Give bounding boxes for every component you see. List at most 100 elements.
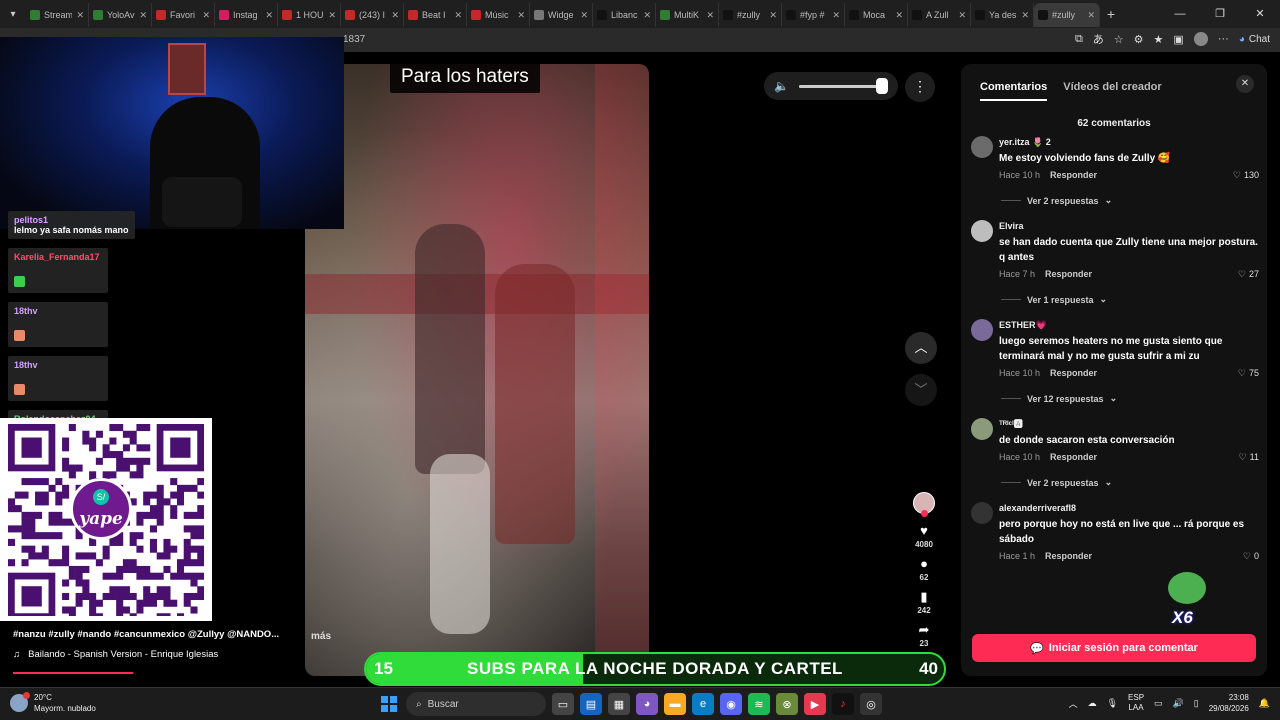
comment-like-button[interactable]: ♡ 27	[1238, 269, 1259, 280]
windows-start-icon[interactable]	[378, 693, 400, 715]
reply-button[interactable]: Responder	[1050, 170, 1097, 180]
comment-like-button[interactable]: ♡ 130	[1233, 170, 1259, 181]
browser-tab[interactable]: #zully ✕	[719, 3, 782, 27]
close-panel-icon[interactable]: ✕	[1236, 75, 1254, 93]
browser-tab[interactable]: 1 HOU ✕	[278, 3, 341, 27]
tab-close-icon[interactable]: ✕	[895, 10, 903, 21]
tab-close-icon[interactable]: ✕	[832, 10, 840, 21]
comment-avatar[interactable]	[971, 220, 993, 242]
tab-close-icon[interactable]: ✕	[706, 10, 714, 21]
battery-icon[interactable]: ▯	[1194, 698, 1199, 709]
volume-control[interactable]: 🔈	[764, 72, 898, 100]
weather-widget[interactable]: 20°C Mayorm. nublado	[10, 692, 96, 714]
streaming-app-icon[interactable]: ▶	[804, 693, 826, 715]
speaker-tray-icon[interactable]: 🔊	[1173, 698, 1184, 709]
view-replies-button[interactable]: Ver 2 respuestas ⌄	[1001, 195, 1259, 206]
new-tab-button[interactable]: +	[1100, 6, 1122, 22]
tray-overflow-icon[interactable]: ︿	[1069, 697, 1078, 710]
tab-close-icon[interactable]: ✕	[76, 10, 84, 21]
xbox-icon[interactable]: ⊗	[776, 693, 798, 715]
address-text[interactable]: 1837	[343, 34, 365, 45]
copilot-chat-button[interactable]: ◕ Chat	[1239, 34, 1270, 45]
video-player[interactable]	[305, 64, 649, 676]
music-info[interactable]: ♫ Bailando - Spanish Version - Enrique Ig…	[13, 649, 298, 660]
browser-tab[interactable]: Libanc ✕	[593, 3, 656, 27]
favorite-star-icon[interactable]: ☆	[1114, 33, 1124, 46]
browser-tab[interactable]: YoloAv ✕	[89, 3, 152, 27]
browser-tab[interactable]: Stream ✕	[26, 3, 89, 27]
browser-tab[interactable]: A Zull ✕	[908, 3, 971, 27]
reply-button[interactable]: Responder	[1045, 269, 1092, 279]
reply-button[interactable]: Responder	[1050, 452, 1097, 462]
comment-username[interactable]: alexanderriverafl8	[999, 502, 1259, 514]
onedrive-icon[interactable]: ☁	[1088, 698, 1097, 709]
profile-avatar[interactable]	[1193, 32, 1208, 46]
tab-close-icon[interactable]: ✕	[202, 10, 210, 21]
language-indicator[interactable]: ESP LAA	[1128, 693, 1144, 713]
comment-icon[interactable]: ●	[920, 557, 928, 571]
more-description-link[interactable]: más	[311, 631, 331, 642]
extensions-icon[interactable]: ⚙	[1134, 33, 1144, 46]
comment-username[interactable]: yer.itza 🌷 2	[999, 136, 1259, 148]
settings-more-icon[interactable]: ···	[1218, 33, 1229, 45]
browser-tab[interactable]: Favori ✕	[152, 3, 215, 27]
comment-username[interactable]: Elvira	[999, 220, 1259, 232]
close-window-icon[interactable]: ✕	[1240, 0, 1280, 28]
volume-knob[interactable]	[875, 77, 888, 94]
notes-icon[interactable]: ▤	[580, 693, 602, 715]
tab-comments[interactable]: Comentarios	[980, 81, 1048, 101]
video-progress-bar[interactable]	[13, 672, 133, 674]
minimize-icon[interactable]: —	[1160, 0, 1200, 28]
tab-close-icon[interactable]: ✕	[1021, 10, 1029, 21]
tab-actions-menu[interactable]: ▾	[0, 0, 26, 28]
tab-close-icon[interactable]: ✕	[580, 10, 588, 21]
tab-close-icon[interactable]: ✕	[391, 10, 399, 21]
obs-icon[interactable]: ◎	[860, 693, 882, 715]
task-view-icon[interactable]: ▭	[552, 693, 574, 715]
speaker-icon[interactable]: 🔈	[774, 79, 789, 93]
more-options-button[interactable]: ⋮	[905, 72, 935, 102]
tab-close-icon[interactable]: ✕	[1087, 10, 1095, 21]
comment-avatar[interactable]	[971, 136, 993, 158]
tab-close-icon[interactable]: ✕	[454, 10, 462, 21]
comment-avatar[interactable]	[971, 418, 993, 440]
notifications-icon[interactable]: 🔔	[1259, 698, 1270, 709]
calculator-icon[interactable]: ▦	[608, 693, 630, 715]
clock[interactable]: 23:08 29/08/2026	[1209, 692, 1249, 714]
bookmark-icon[interactable]: ▮	[920, 590, 927, 604]
favorites-icon[interactable]: ★	[1154, 33, 1164, 46]
comment-avatar[interactable]	[971, 319, 993, 341]
next-video-button[interactable]: ﹀	[905, 374, 937, 406]
tab-close-icon[interactable]: ✕	[643, 10, 651, 21]
login-to-comment-button[interactable]: 💬 Iniciar sesión para comentar	[972, 634, 1256, 662]
tab-close-icon[interactable]: ✕	[958, 10, 966, 21]
view-replies-button[interactable]: Ver 2 respuestas ⌄	[1001, 477, 1259, 488]
file-explorer-icon[interactable]: ▬	[664, 693, 686, 715]
browser-tab[interactable]: Moca ✕	[845, 3, 908, 27]
comment-like-button[interactable]: ♡ 75	[1238, 368, 1259, 379]
creator-avatar[interactable]	[913, 492, 935, 517]
browser-tab[interactable]: #zully ✕	[1034, 3, 1100, 27]
browser-tab[interactable]: (243) I ✕	[341, 3, 404, 27]
copilot-taskbar-icon[interactable]: ◕	[636, 693, 658, 715]
browser-tab[interactable]: #fyp # ✕	[782, 3, 845, 27]
share-icon[interactable]: ➦	[919, 623, 930, 637]
tab-close-icon[interactable]: ✕	[265, 10, 273, 21]
comment-username[interactable]: ᵀᴿᴵᶜᴵ🅰	[999, 418, 1259, 430]
translate-icon[interactable]: あ	[1093, 31, 1104, 47]
video-hashtags[interactable]: #nanzu #zully #nando #cancunmexico @Zull…	[13, 629, 298, 640]
comment-like-button[interactable]: ♡ 0	[1243, 551, 1259, 562]
edge-icon[interactable]: e	[692, 693, 714, 715]
open-in-app-icon[interactable]: ⧉	[1075, 33, 1083, 46]
microphone-icon[interactable]: 🎙	[1107, 698, 1118, 709]
browser-tab[interactable]: Beat I ✕	[404, 3, 467, 27]
comment-username[interactable]: ESTHER💗	[999, 319, 1259, 331]
comment-avatar[interactable]	[971, 502, 993, 524]
tab-close-icon[interactable]: ✕	[139, 10, 147, 21]
spotify-icon[interactable]: ≋	[748, 693, 770, 715]
browser-tab[interactable]: Músic ✕	[467, 3, 530, 27]
tab-close-icon[interactable]: ✕	[328, 10, 336, 21]
reply-button[interactable]: Responder	[1050, 368, 1097, 378]
reply-button[interactable]: Responder	[1045, 551, 1092, 561]
collections-icon[interactable]: ▣	[1173, 33, 1183, 46]
